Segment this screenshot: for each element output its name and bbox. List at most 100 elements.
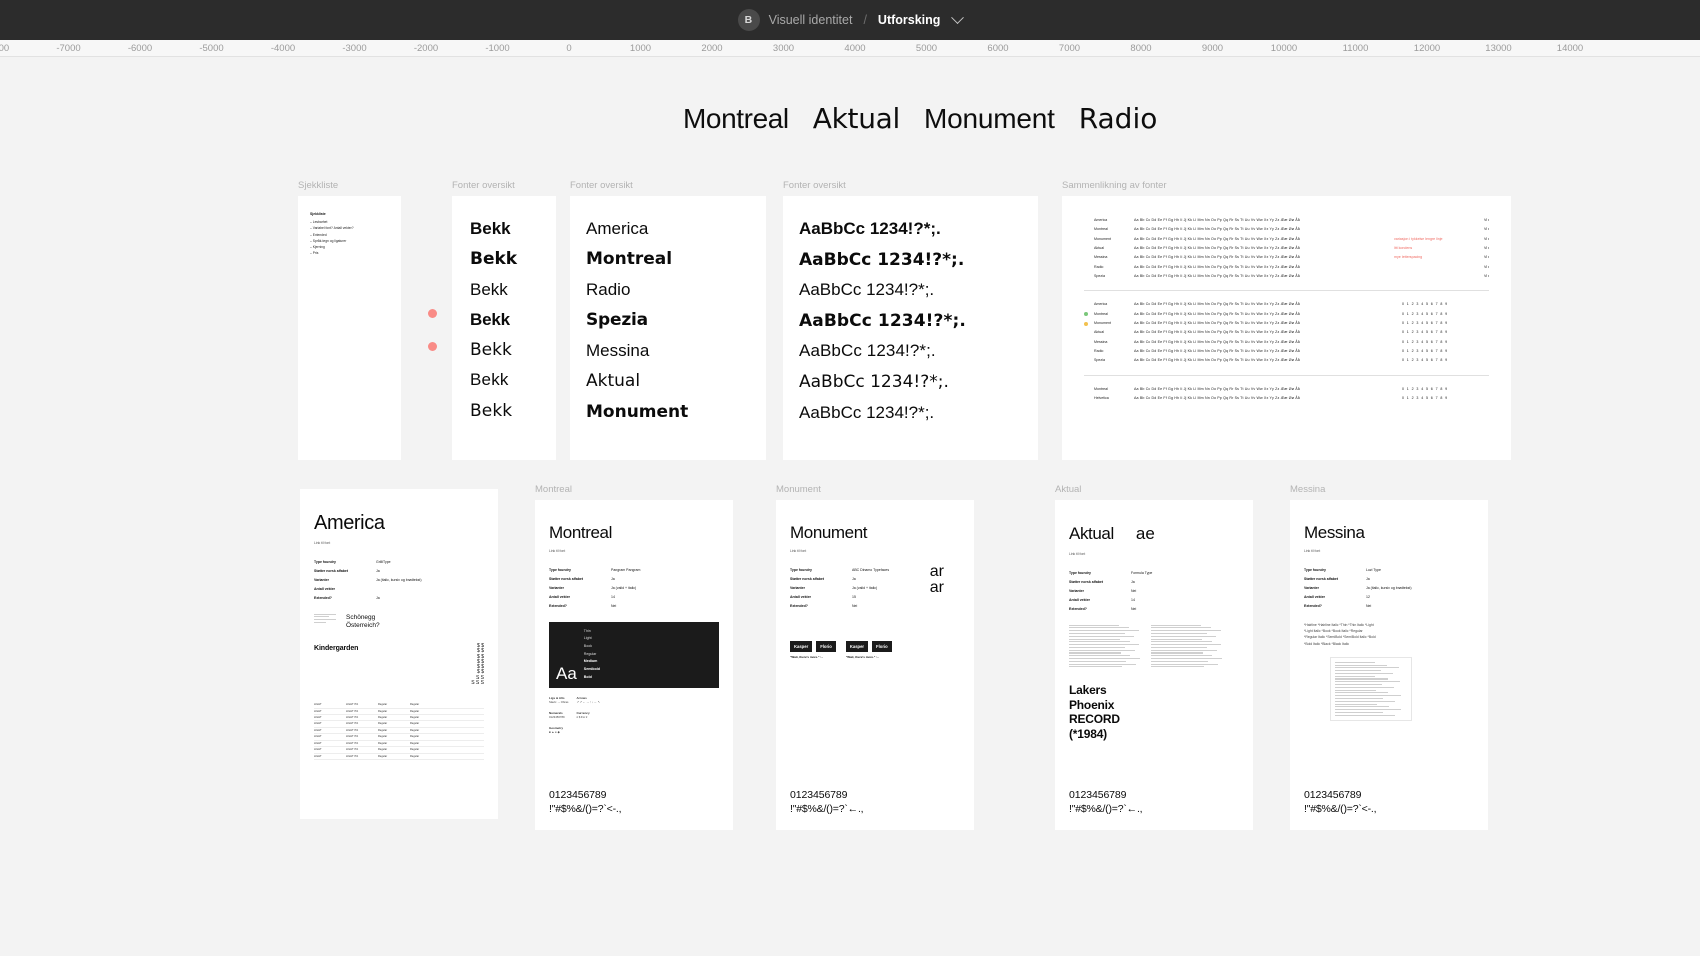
spec-key: Antall vekter [790,594,812,599]
frame-body[interactable]: AaBbCc 1234!?*;. AaBbCc 1234!?*;. AaBbCc 1… [783,196,1038,460]
spec-value: Luzi Type [1366,568,1381,572]
spec-row: Antall vekter [314,585,484,594]
bekk-sample: Bekk [470,279,508,299]
design-canvas[interactable]: Montreal Aktual Monument Radio Sjekklist… [0,57,1700,956]
specimen-sheet: Aktual ae Link til font Type foundry Formula… [1055,500,1253,830]
spec-value: Ja (valid + italic) [852,585,878,590]
checklist-item: – Pris [310,251,319,256]
divider [1084,290,1489,292]
spec-table: Type foundry Luzi Type Støtter norsk alfab… [1304,566,1474,611]
feature-block: Ligs & Alts Slavic → Obras [549,696,568,705]
frame-body[interactable]: Sjekkliste – Lesbarhet – Variabel font? A… [298,196,401,460]
comparison-annotation: mye letterspacing [1394,255,1423,260]
comparison-numerals: 0 1 2 3 4 5 6 7 8 9 [1402,330,1449,335]
ruler-tick: 5000 [915,43,938,54]
frame-specimen-montreal[interactable]: Montreal Montreal Link til font Type foundr… [535,484,733,830]
frame-fonter-oversikt-navn[interactable]: Fonter oversikt America Montreal Radio Spez… [570,180,766,460]
frame-body[interactable]: Montreal Link til font Type foundry Pangram… [535,500,733,830]
feature-block-body: ¤ $ € £ ¥ [576,714,588,719]
frame-body[interactable]: Messina Link til font Type foundry Luzi Typ… [1290,500,1488,830]
symbols: !"#$%&/()=?`<-., [549,802,622,815]
ruler-tick: 12000 [1413,43,1441,54]
ruler-tick: 2000 [701,43,723,54]
frame-body[interactable]: America Link til font Type foundry GrilliTy… [300,489,498,819]
spec-value: Nei [611,603,617,608]
weights-line: *Bold Italic *Black *Black Italic [1304,641,1350,646]
row-marker-gutter [1084,312,1094,317]
breadcrumb-project[interactable]: Visuell identitet [769,13,853,27]
avatar[interactable]: B [737,9,760,31]
glyph-table: LIGHT LIGHT ITA Regular Regular LIGHT LIGHT I… [314,702,484,761]
frame-fonter-oversikt-bekk[interactable]: Fonter oversikt Bekk Bekk Bekk Bekk Bekk Bekk… [452,180,556,460]
aa-glyph: Aa [556,664,577,684]
specimen-detail-block: Schönegg Österreich? Kindergarden $ $ $ $ $ $… [314,613,484,761]
comment-dot[interactable] [428,309,437,318]
top-toolbar: B Visuell identitet / Utforsking [0,0,1700,40]
feature-block-body: ■ ▲ ● ◆ [549,729,560,734]
frame-sammenlikning[interactable]: Sammenlikning av fonter America Aa Bb Cc … [1062,180,1511,460]
chevron-down-icon[interactable] [951,10,965,24]
comparison-numerals: 0 1 2 3 4 5 6 7 8 9 [1402,386,1449,391]
frame-specimen-america[interactable]: America Link til font Type foundry GrilliTy… [300,484,498,819]
frame-sjekkliste[interactable]: Sjekkliste Sjekkliste – Lesbarhet – Varia… [298,180,401,460]
spec-value: Pangram Pangram [611,568,641,572]
frame-fonter-oversikt-specimen[interactable]: Fonter oversikt AaBbCc 1234!?*;. AaBbCc 1… [783,180,1038,460]
frame-body[interactable]: Monument Link til font Type foundry ABC Din… [776,500,974,830]
comparison-description: Vi er et konsulentselskap bestående av f… [1484,264,1489,269]
comment-dot[interactable] [428,342,437,351]
row-marker-gutter [1084,321,1094,326]
comparison-row: Aktual Aa Bb Cc Dd Ee Ff Gg Hh Ii Jj Kk L… [1084,328,1489,337]
spec-table: Type foundry Pangram Pangram Støtter norsk… [549,566,719,611]
comparison-numerals: 0 1 2 3 4 5 6 7 8 9 [1402,321,1449,326]
font-link[interactable]: Link til font [1069,552,1239,556]
comparison-alphabet: Aa Bb Cc Dd Ee Ff Gg Hh Ii Jj Kk Ll Mm N… [1134,264,1300,269]
spec-row: Extended? Nei [549,602,719,611]
tag: Kasper [790,641,813,653]
specimen-title: Messina [1304,523,1365,542]
specimen-footer: 0123456789 !"#$%&/()=?`←., [790,788,864,816]
comparison-numerals: 0 1 2 3 4 5 6 7 8 9 [1402,302,1449,307]
frame-specimen-messina[interactable]: Messina Messina Link til font Type foundry L… [1290,484,1488,830]
comparison-font-name: Aktual [1094,330,1104,335]
weights-text: *Hairline *Hairline Italic *Thin *Thin I… [1304,622,1474,647]
comparison-alphabet: Aa Bb Cc Dd Ee Ff Gg Hh Ii Jj Kk Ll Mm N… [1134,274,1300,279]
comparison-alphabet: Aa Bb Cc Dd Ee Ff Gg Hh Ii Jj Kk Ll Mm N… [1134,236,1300,241]
specimen-title: Montreal [549,523,612,542]
specimen-footer: 0123456789 !"#$%&/()=?`←., [1069,788,1143,816]
spec-value: Nei [1131,606,1137,611]
frame-body[interactable]: America Montreal Radio Spezia Messina Aktual M… [570,196,766,460]
font-link[interactable]: Link til font [1304,549,1474,553]
specimen-sheet: Messina Link til font Type foundry Luzi Typ… [1290,500,1488,830]
frame-body[interactable]: America Aa Bb Cc Dd Ee Ff Gg Hh Ii Jj Kk … [1062,196,1511,460]
frame-body[interactable]: Aktual ae Link til font Type foundry Formula… [1055,500,1253,830]
spec-value: 14 [1131,597,1135,602]
comparison-row: Helvetica Aa Bb Cc Dd Ee Ff Gg Hh Ii Jj K… [1084,394,1489,403]
comparison-row: America Aa Bb Cc Dd Ee Ff Gg Hh Ii Jj Kk … [1084,216,1489,225]
font-name-sample: Montreal [586,249,673,270]
ruler-tick: 8000 [1130,43,1152,54]
font-name-sample: Spezia [586,310,648,331]
spec-value: Ja [376,595,380,600]
spec-row: Type foundry Pangram Pangram [549,566,719,575]
ruler-tick: -6000 [127,43,153,54]
specimen-title: Aktual [1069,524,1114,543]
spec-row: Støtter norsk alfabet Ja [1069,578,1239,587]
frame-body[interactable]: Bekk Bekk Bekk Bekk Bekk Bekk Bekk [452,196,556,460]
breadcrumb-page[interactable]: Utforsking [878,13,941,27]
comparison-description: Vi er et konsulentselskap bestående av f… [1484,255,1489,260]
frame-specimen-monument[interactable]: Monument Monument Link til font Type foundr… [776,484,974,830]
comparison-alphabet: Aa Bb Cc Dd Ee Ff Gg Hh Ii Jj Kk Ll Mm N… [1134,255,1300,260]
font-link[interactable]: Link til font [790,549,960,553]
spec-value: Ja (italic, kursiv og brødtekst) [376,577,422,582]
ruler-tick: 9000 [1201,43,1224,54]
spec-value: Ja [1131,579,1135,584]
weight-item: Book [583,644,592,649]
font-link[interactable]: Link til font [549,549,719,553]
comparison-font-name: Messina [1094,339,1108,344]
font-name-sample: Radio [586,279,631,299]
font-link[interactable]: Link til font [314,541,484,545]
comparison-description: Vi er et konsulentselskap bestående av f… [1484,246,1489,251]
comparison-font-name: Helvetica [1094,396,1109,401]
frame-specimen-aktual[interactable]: Aktual Aktual ae Link til font Type foundry F… [1055,484,1253,830]
comparison-alphabet: Aa Bb Cc Dd Ee Ff Gg Hh Ii Jj Kk Ll Mm N… [1134,396,1300,401]
